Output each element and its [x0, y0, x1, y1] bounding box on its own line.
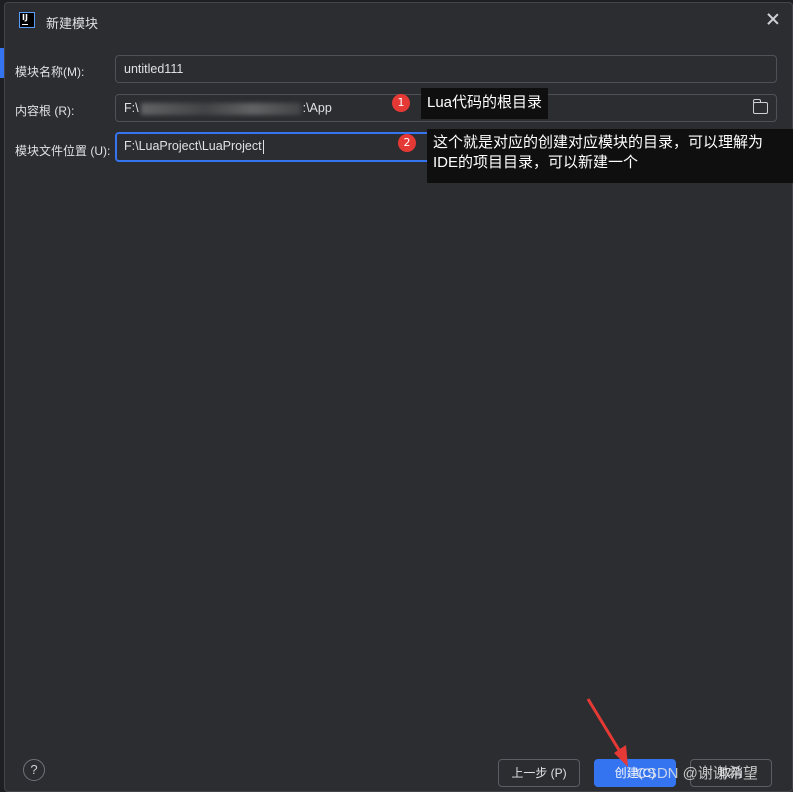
arrow-shaft [586, 698, 624, 756]
intellij-logo-icon: IJ [19, 12, 35, 28]
content-root-value-start: F:\ [124, 101, 139, 115]
close-icon[interactable] [766, 12, 780, 26]
new-module-dialog: IJ 新建模块 模块名称(M): untitled111 内容根 (R): F:… [4, 2, 793, 792]
module-name-label: 模块名称(M): [15, 65, 85, 79]
annotation-callout-1: Lua代码的根目录 [421, 88, 549, 119]
arrow-head [614, 745, 628, 767]
module-file-location-label: 模块文件位置 (U): [15, 144, 111, 158]
content-root-label: 内容根 (R): [15, 104, 75, 118]
previous-button[interactable]: 上一步 (P) [498, 759, 580, 787]
red-arrow-annotation [586, 698, 628, 767]
help-icon[interactable]: ? [23, 759, 45, 781]
content-root-value-end: :\App [302, 101, 332, 115]
text-caret [262, 139, 264, 154]
module-name-row: 模块名称(M): untitled111 [5, 55, 792, 85]
folder-icon[interactable] [753, 99, 768, 114]
annotation-callout-2: 这个就是对应的创建对应模块的目录，可以理解为IDE的项目目录，可以新建一个 [427, 129, 793, 183]
annotation-badge-1: 1 [392, 94, 410, 112]
redacted-path-segment [140, 102, 301, 115]
module-file-location-value: F:\LuaProject\LuaProject [124, 139, 262, 153]
csdn-watermark: CSDN @谢谢希望 [636, 765, 758, 782]
title-bar: IJ 新建模块 [5, 3, 792, 39]
module-name-value: untitled111 [124, 62, 184, 76]
logo-text: IJ [22, 13, 28, 22]
dialog-title: 新建模块 [46, 16, 99, 31]
annotation-badge-2: 2 [398, 134, 416, 152]
module-name-input[interactable]: untitled111 [115, 55, 777, 83]
